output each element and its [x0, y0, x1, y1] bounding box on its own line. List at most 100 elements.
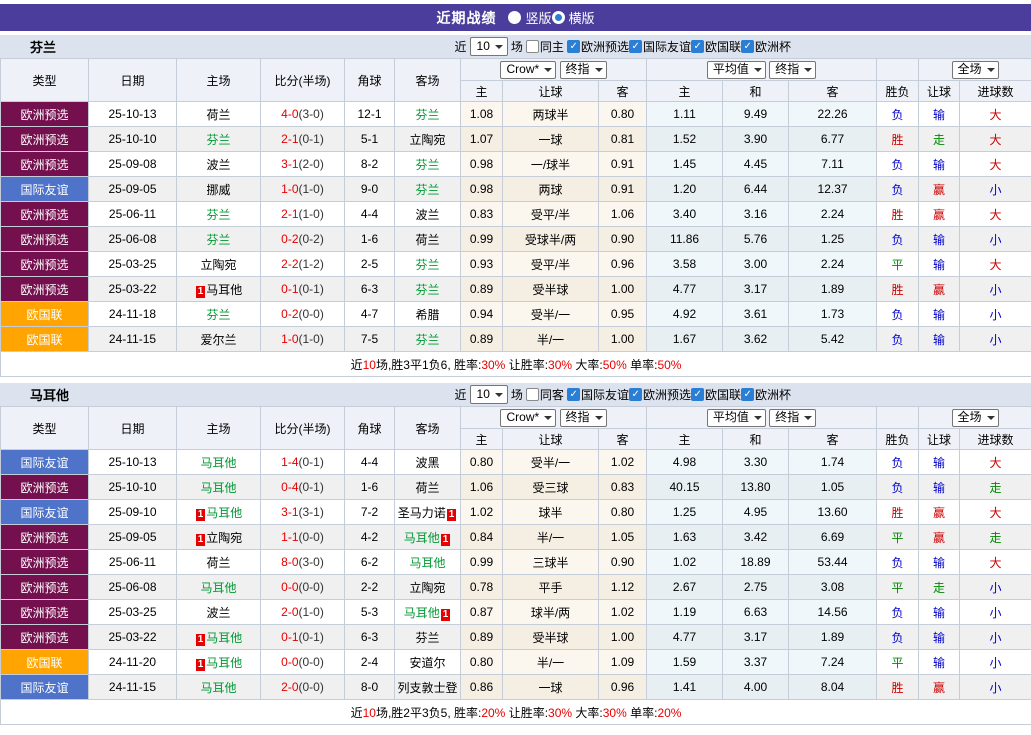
crow-odds-type-select[interactable]: 终指 [559, 60, 607, 79]
rank-mark: 1 [195, 633, 206, 646]
league-checkbox[interactable]: 欧洲预选 [628, 386, 691, 403]
crow-home-odds: 1.06 [460, 474, 503, 500]
avg-away-odds: 1.89 [788, 624, 878, 650]
version-radio-label: 竖版 [525, 11, 552, 26]
col-goals-result: 进球数 [959, 428, 1031, 450]
away-team-name: 立陶宛 [409, 580, 446, 595]
crow-away-odds: 0.91 [597, 151, 648, 177]
result-handicap: 输 [918, 151, 961, 177]
score-cell: 4-0(3-0) [260, 101, 345, 127]
summary-value: 50% [602, 357, 627, 372]
away-team: 芬兰 [394, 176, 461, 202]
same-venue-checkbox[interactable]: 同客 [525, 386, 564, 403]
result-handicap: 输 [918, 226, 961, 252]
result-wdl: 平 [876, 524, 920, 550]
average-select[interactable]: 平均值 [706, 60, 766, 79]
league-checkbox[interactable]: 欧洲杯 [740, 38, 791, 55]
crow-away-odds: 0.83 [597, 474, 648, 500]
away-team: 芬兰 [394, 251, 461, 277]
halftime-score: (1-0) [298, 207, 324, 221]
result-handicap: 输 [918, 549, 961, 575]
home-team-name: 马耳他 [206, 655, 243, 670]
league-badge: 欧洲预选 [0, 574, 89, 600]
col-wdl: 胜负 [876, 80, 920, 102]
score-cell: 2-1(0-1) [260, 126, 345, 152]
halftime-score: (0-1) [298, 282, 324, 296]
fulltime-score: 0-2 [281, 307, 299, 321]
avg-home-odds: 1.11 [646, 101, 724, 127]
handicap-line: 一/球半 [502, 151, 599, 177]
same-venue-checkbox[interactable]: 同主 [525, 38, 564, 55]
avg-draw-odds: 2.75 [722, 574, 790, 600]
average-select[interactable]: 平均值 [706, 408, 766, 427]
result-handicap: 赢 [918, 524, 961, 550]
crow-home-odds: 0.98 [460, 151, 503, 177]
page-title: 近期战绩 [436, 9, 497, 26]
col-corners: 角球 [344, 58, 395, 102]
average-select-value: 平均值 [712, 62, 749, 76]
col-date: 日期 [88, 58, 177, 102]
league-checkbox[interactable]: 欧国联 [690, 386, 741, 403]
summary-value: 20% [657, 705, 682, 720]
avg-home-odds: 11.86 [646, 226, 724, 252]
average-select-value: 平均值 [712, 410, 749, 424]
match-count-select[interactable]: 10 [469, 385, 508, 404]
section-bar: 马耳他 近 10 场 同客 国际友谊欧洲预选欧国联欧洲杯 [0, 383, 1031, 406]
home-team: 荷兰 [176, 549, 261, 575]
result-handicap: 输 [918, 251, 961, 277]
result-goals: 小 [959, 674, 1031, 700]
score-cell: 2-2(1-2) [260, 251, 345, 277]
halftime-score: (1-0) [298, 182, 324, 196]
fulltime-score: 0-0 [281, 655, 299, 669]
scope-select[interactable]: 全场 [951, 408, 999, 427]
result-goals: 小 [959, 176, 1031, 202]
home-team-name: 马耳他 [206, 505, 243, 520]
result-wdl: 胜 [876, 276, 920, 302]
match-date: 25-10-13 [88, 449, 177, 475]
league-checkbox[interactable]: 欧洲预选 [566, 38, 629, 55]
bookmaker-select[interactable]: Crow* [500, 408, 557, 427]
corners: 5-1 [344, 126, 395, 152]
version-radio[interactable]: 横版 [551, 8, 595, 27]
league-checkbox[interactable]: 国际友谊 [628, 38, 691, 55]
away-team: 安道尔 [394, 649, 461, 675]
result-handicap: 输 [918, 599, 961, 625]
away-team-name: 列支敦士登 [397, 680, 458, 695]
version-radio[interactable]: 竖版 [508, 8, 552, 27]
league-checkbox[interactable]: 国际友谊 [566, 386, 629, 403]
fulltime-score: 2-1 [281, 132, 299, 146]
bookmaker-select[interactable]: Crow* [500, 60, 557, 79]
table-row: 欧洲预选 25-10-10 马耳他 0-4(0-1) 1-6 荷兰 1.06 受… [0, 474, 1031, 500]
result-goals: 大 [959, 151, 1031, 177]
result-wdl: 负 [876, 599, 920, 625]
crow-odds-type-select[interactable]: 终指 [559, 408, 607, 427]
match-date: 25-09-08 [88, 151, 177, 177]
league-badge: 欧洲预选 [0, 624, 89, 650]
avg-odds-type-select[interactable]: 终指 [769, 60, 817, 79]
league-badge: 国际友谊 [0, 449, 89, 475]
home-team-name: 马耳他 [206, 282, 243, 297]
avg-home-odds: 1.67 [646, 326, 724, 352]
avg-away-odds: 6.69 [788, 524, 878, 550]
corners: 4-4 [344, 201, 395, 227]
avg-draw-odds: 3.30 [722, 449, 790, 475]
result-goals: 小 [959, 326, 1031, 352]
score-cell: 0-0(0-0) [260, 649, 345, 675]
match-count-select[interactable]: 10 [469, 37, 508, 56]
avg-odds-type-select[interactable]: 终指 [769, 408, 817, 427]
league-checkbox-label: 欧国联 [704, 388, 741, 402]
summary-row: 近10场,胜2平3负5, 胜率:20% 让胜率:30% 大率:30% 单率:20… [0, 699, 1031, 725]
avg-home-odds: 1.52 [646, 126, 724, 152]
checkbox-icon [740, 388, 754, 401]
league-checkbox[interactable]: 欧国联 [690, 38, 741, 55]
games-label: 场 [510, 388, 523, 402]
crow-home-odds: 1.07 [460, 126, 503, 152]
league-badge: 欧洲预选 [0, 524, 89, 550]
scope-select[interactable]: 全场 [951, 60, 999, 79]
home-team: 1 马耳他 [176, 499, 261, 525]
league-checkbox[interactable]: 欧洲杯 [740, 386, 791, 403]
avg-away-odds: 13.60 [788, 499, 878, 525]
corners: 12-1 [344, 101, 395, 127]
team-section: 马耳他 近 10 场 同客 国际友谊欧洲预选欧国联欧洲杯 类型 日期 主场 比 [0, 383, 1031, 725]
home-team-name: 波兰 [206, 157, 231, 172]
